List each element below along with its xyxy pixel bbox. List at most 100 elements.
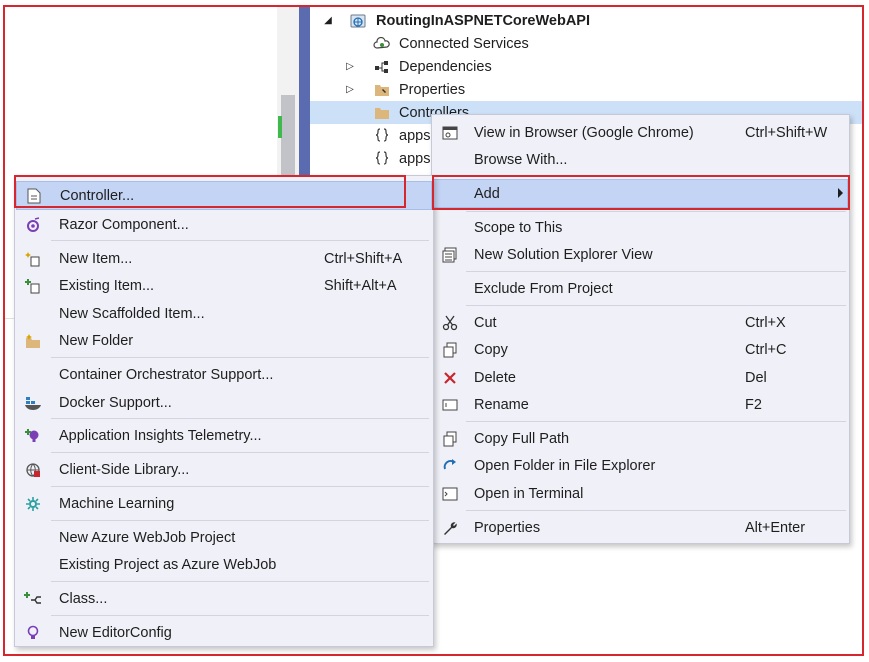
menu-separator xyxy=(466,421,846,422)
expanded-arrow-icon[interactable]: ◢ xyxy=(322,15,334,27)
submenu-item-application-insights[interactable]: Application Insights Telemetry... xyxy=(16,422,432,449)
menu-separator xyxy=(51,357,429,358)
menu-item-shortcut: Ctrl+Shift+W xyxy=(745,124,828,141)
change-marker xyxy=(278,116,282,138)
submenu-item-container-orchestrator-support[interactable]: Container Orchestrator Support... xyxy=(16,361,432,388)
menu-item-delete[interactable]: Delete Del xyxy=(433,364,848,391)
menu-item-label: Open in Terminal xyxy=(474,485,584,502)
tree-item-label: Properties xyxy=(399,81,466,98)
tree-item-label: Connected Services xyxy=(399,35,529,52)
menu-separator xyxy=(51,615,429,616)
tree-item-project[interactable]: ◢ RoutingInASPNETCoreWebAPI xyxy=(310,9,862,32)
razor-icon xyxy=(24,216,42,234)
docker-icon xyxy=(24,394,42,412)
submenu-item-class[interactable]: Class... xyxy=(16,585,432,612)
menu-item-shortcut: F2 xyxy=(745,396,762,413)
menu-item-shortcut: Ctrl+X xyxy=(745,314,786,331)
menu-separator xyxy=(51,240,429,241)
menu-item-label: Delete xyxy=(474,369,516,386)
menu-item-label: New Folder xyxy=(59,332,134,349)
menu-item-label: Browse With... xyxy=(474,151,568,168)
editor-scrollbar-thumb[interactable] xyxy=(281,95,295,175)
class-icon xyxy=(24,590,42,608)
view-in-browser-icon xyxy=(441,124,459,142)
menu-item-label: Application Insights Telemetry... xyxy=(59,427,262,444)
menu-separator xyxy=(51,418,429,419)
dependencies-icon xyxy=(373,58,391,76)
submenu-item-new-item[interactable]: New Item... Ctrl+Shift+A xyxy=(16,245,432,272)
menu-item-browse-with[interactable]: Browse With... xyxy=(433,146,848,173)
add-submenu: Controller... Razor Component... New Ite… xyxy=(14,175,434,647)
submenu-item-docker-support[interactable]: Docker Support... xyxy=(16,389,432,416)
collapsed-arrow-icon[interactable]: ▷ xyxy=(344,61,356,73)
connected-services-icon xyxy=(373,35,391,53)
submenu-item-new-editorconfig[interactable]: New EditorConfig xyxy=(16,619,432,646)
menu-item-rename[interactable]: Rename F2 xyxy=(433,391,848,418)
submenu-item-new-folder[interactable]: New Folder xyxy=(16,327,432,354)
tree-item-dependencies[interactable]: ▷ Dependencies xyxy=(310,55,862,78)
menu-item-label: Existing Project as Azure WebJob xyxy=(59,556,277,573)
submenu-item-controller[interactable]: Controller... xyxy=(16,181,432,210)
menu-item-label: New EditorConfig xyxy=(59,624,172,641)
tree-item-label: Dependencies xyxy=(399,58,492,75)
rename-icon xyxy=(441,396,459,414)
folder-icon xyxy=(373,104,391,122)
menu-item-properties[interactable]: Properties Alt+Enter xyxy=(433,514,848,541)
menu-item-new-solution-explorer-view[interactable]: New Solution Explorer View xyxy=(433,241,848,268)
menu-item-exclude-from-project[interactable]: Exclude From Project xyxy=(433,275,848,302)
pane-splitter[interactable] xyxy=(299,7,310,177)
submenu-item-machine-learning[interactable]: Machine Learning xyxy=(16,490,432,517)
existing-item-icon xyxy=(24,277,42,295)
properties-folder-icon xyxy=(373,81,391,99)
app-insights-icon xyxy=(24,427,42,445)
submenu-item-new-scaffolded-item[interactable]: New Scaffolded Item... xyxy=(16,300,432,327)
menu-separator xyxy=(51,581,429,582)
menu-separator xyxy=(51,452,429,453)
menu-item-add[interactable]: Add xyxy=(433,179,848,208)
menu-item-label: Container Orchestrator Support... xyxy=(59,366,274,383)
json-file-icon xyxy=(373,150,391,168)
menu-item-shortcut: Alt+Enter xyxy=(745,519,806,536)
project-label: RoutingInASPNETCoreWebAPI xyxy=(376,12,591,29)
submenu-item-razor-component[interactable]: Razor Component... xyxy=(16,211,432,238)
menu-separator xyxy=(466,211,846,212)
editorconfig-icon xyxy=(24,624,42,642)
menu-separator xyxy=(466,305,846,306)
menu-item-copy-full-path[interactable]: Copy Full Path xyxy=(433,425,848,452)
submenu-item-new-azure-webjob-project[interactable]: New Azure WebJob Project xyxy=(16,524,432,551)
tree-item-label: apps xyxy=(399,127,431,144)
menu-item-view-in-browser[interactable]: View in Browser (Google Chrome) Ctrl+Shi… xyxy=(433,119,848,146)
menu-item-label: Class... xyxy=(59,590,108,607)
controller-icon xyxy=(25,187,43,205)
submenu-item-client-side-library[interactable]: Client-Side Library... xyxy=(16,456,432,483)
menu-item-scope-to-this[interactable]: Scope to This xyxy=(433,214,848,241)
menu-item-label: View in Browser (Google Chrome) xyxy=(474,124,694,141)
delete-icon xyxy=(441,369,459,387)
web-project-icon xyxy=(349,12,367,30)
menu-item-label: Copy xyxy=(474,341,508,358)
json-file-icon xyxy=(373,127,391,145)
tree-item-label: apps xyxy=(399,150,431,167)
menu-separator xyxy=(466,271,846,272)
wrench-icon xyxy=(441,519,459,537)
new-explorer-view-icon xyxy=(441,246,459,264)
open-folder-icon xyxy=(441,457,459,475)
new-folder-icon xyxy=(24,332,42,350)
menu-item-label: New Solution Explorer View xyxy=(474,246,653,263)
menu-item-label: Docker Support... xyxy=(59,394,172,411)
menu-item-label: Razor Component... xyxy=(59,216,189,233)
submenu-arrow-icon xyxy=(838,188,843,198)
collapsed-arrow-icon[interactable]: ▷ xyxy=(344,84,356,96)
copy-icon xyxy=(441,341,459,359)
tree-item-properties[interactable]: ▷ Properties xyxy=(310,78,862,101)
client-library-icon xyxy=(24,461,42,479)
submenu-item-existing-item[interactable]: Existing Item... Shift+Alt+A xyxy=(16,272,432,299)
menu-item-shortcut: Ctrl+C xyxy=(745,341,787,358)
tree-item-connected-services[interactable]: Connected Services xyxy=(310,32,862,55)
context-menu: View in Browser (Google Chrome) Ctrl+Shi… xyxy=(431,114,850,544)
submenu-item-existing-project-as-azure-webjob[interactable]: Existing Project as Azure WebJob xyxy=(16,551,432,578)
menu-item-open-folder-in-file-explorer[interactable]: Open Folder in File Explorer xyxy=(433,452,848,479)
menu-item-cut[interactable]: Cut Ctrl+X xyxy=(433,309,848,336)
menu-item-open-in-terminal[interactable]: Open in Terminal xyxy=(433,480,848,507)
menu-item-copy[interactable]: Copy Ctrl+C xyxy=(433,336,848,363)
